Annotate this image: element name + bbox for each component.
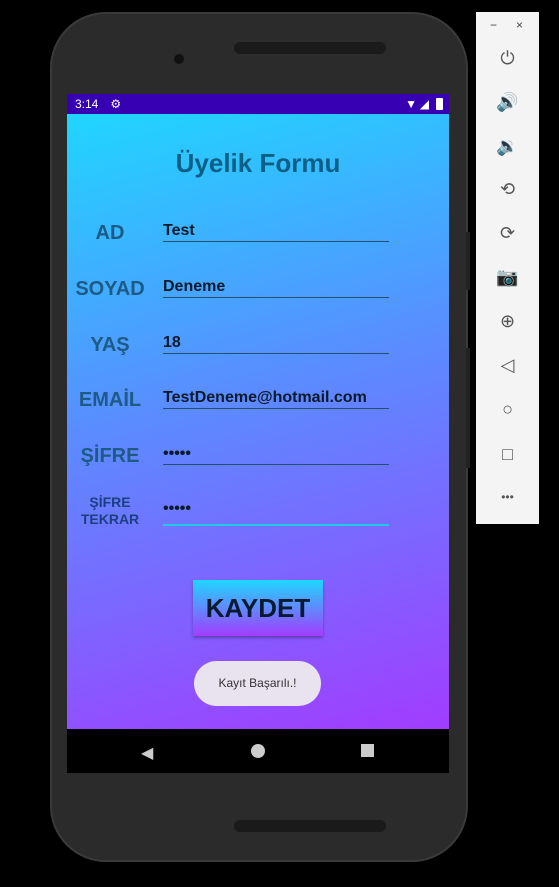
camera-icon[interactable]: 📷 xyxy=(476,267,539,288)
battery-icon xyxy=(436,98,443,110)
soyad-input[interactable]: Deneme xyxy=(163,278,389,298)
overview-icon[interactable] xyxy=(361,744,374,757)
power-icon[interactable]: ⏻ xyxy=(476,48,539,69)
toast-message: Kayıt Başarılı.! xyxy=(194,661,321,706)
label-ad: AD xyxy=(95,222,125,244)
signal-icon: ◢ xyxy=(419,97,429,111)
page-title: Üyelik Formu xyxy=(175,148,341,178)
ad-input[interactable]: Test xyxy=(163,222,389,242)
volume-key[interactable] xyxy=(466,232,470,290)
label-soyad: SOYAD xyxy=(75,278,145,300)
more-icon[interactable]: ••• xyxy=(476,490,539,504)
volume-up-icon[interactable]: 🔊 xyxy=(476,92,539,113)
status-bar: 3:14 ⚙ ▼ ◢ xyxy=(67,94,449,114)
yas-input[interactable]: 18 xyxy=(163,334,389,354)
device-screen: 3:14 ⚙ ▼ ◢ Üyelik Formu AD Test SOYAD De… xyxy=(67,94,449,773)
label-yas: YAŞ xyxy=(90,334,130,356)
home-icon[interactable] xyxy=(251,744,265,758)
zoom-icon[interactable]: ⊕ xyxy=(476,311,539,332)
volume-down-icon[interactable]: 🔉 xyxy=(476,136,539,157)
overview-icon[interactable]: □ xyxy=(476,444,539,465)
sifre-input[interactable]: ••••• xyxy=(163,445,389,465)
back-icon[interactable]: ◀ xyxy=(141,743,153,763)
home-icon[interactable]: ○ xyxy=(476,399,539,420)
email-input[interactable]: TestDeneme@hotmail.com xyxy=(163,389,389,409)
speaker-bottom xyxy=(234,820,386,832)
speaker-top xyxy=(234,42,386,54)
label-sifre-tekrar: ŞİFRE TEKRAR xyxy=(80,494,140,527)
form-screen: Üyelik Formu AD Test SOYAD Deneme YAŞ 18… xyxy=(67,114,449,729)
label-sifre: ŞİFRE xyxy=(80,445,140,467)
rotate-right-icon[interactable]: ⟳ xyxy=(476,223,539,244)
back-icon[interactable]: ◁ xyxy=(476,355,539,376)
nav-bar: ◀ xyxy=(67,729,449,773)
emulator-toolbar: − × ⏻ 🔊 🔉 ⟲ ⟳ 📷 ⊕ ◁ ○ □ ••• xyxy=(476,12,539,524)
clock: 3:14 xyxy=(75,97,99,111)
minimize-button[interactable]: − xyxy=(490,18,497,32)
sifre-tekrar-input[interactable]: ••••• xyxy=(163,500,389,526)
close-button[interactable]: × xyxy=(516,18,523,32)
power-key[interactable] xyxy=(466,348,470,468)
settings-icon: ⚙ xyxy=(110,97,122,111)
save-button[interactable]: KAYDET xyxy=(193,580,323,636)
wifi-icon: ▼ xyxy=(405,97,417,111)
rotate-left-icon[interactable]: ⟲ xyxy=(476,179,539,200)
camera xyxy=(174,54,184,64)
label-email: EMAİL xyxy=(78,389,142,411)
